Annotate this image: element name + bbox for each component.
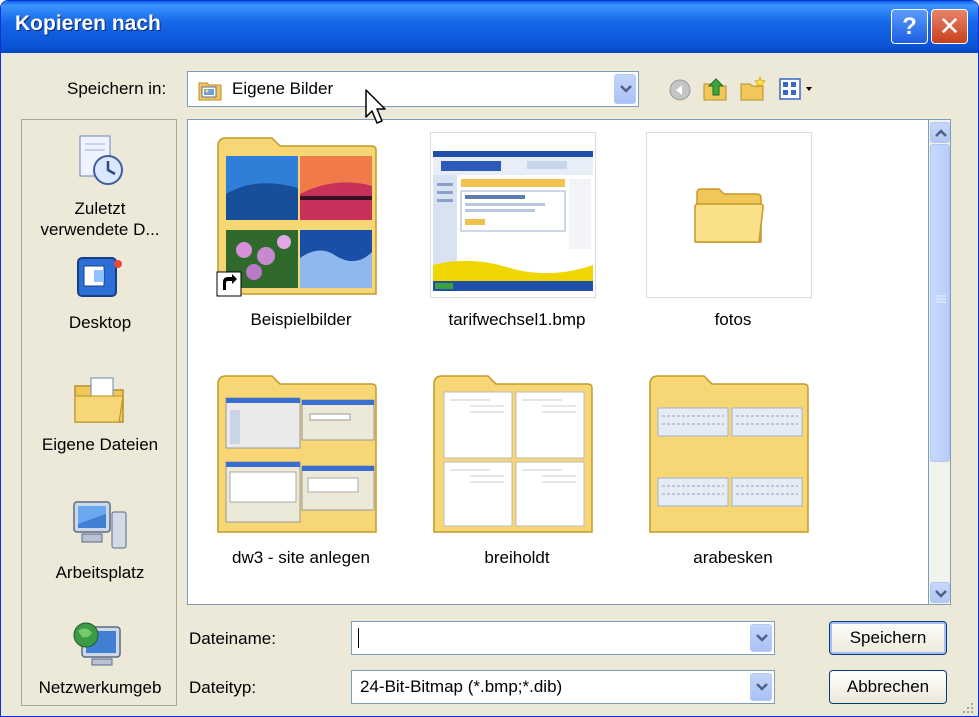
place-desktop[interactable]: Desktop [22,250,178,342]
up-folder-icon[interactable] [701,75,729,103]
scroll-down-button[interactable] [930,582,950,603]
file-item-beispielbilder[interactable]: Beispielbilder [206,128,416,338]
folder-thumbnail [216,137,377,297]
file-list-scrollbar[interactable] [929,119,951,605]
filetype-value: 24-Bit-Bitmap (*.bmp;*.dib) [360,677,563,696]
desktop-icon [77,257,122,297]
file-item-arabesken[interactable]: arabesken [638,368,848,578]
cancel-button[interactable]: Abbrechen [829,670,947,704]
filetype-dropdown-button[interactable] [750,673,772,701]
file-item-tarifwechsel[interactable]: tarifwechsel1.bmp [422,128,632,338]
new-folder-icon[interactable] [739,76,767,102]
place-recent[interactable]: Zuletzt verwendete D... [22,128,178,246]
file-list[interactable]: Beispielbilder tarifwechsel1.bmp fotos d… [187,119,929,605]
place-network-label: Netzwerkumgeb [38,678,162,697]
chevron-down-icon [756,683,768,691]
file-item-dw3[interactable]: dw3 - site anlegen [206,368,416,578]
place-desktop-label: Desktop [68,313,132,332]
mouse-cursor-icon [365,89,386,124]
place-my-computer-label: Arbeitsplatz [55,563,145,582]
back-icon[interactable] [669,79,691,101]
window-title: Kopieren nach [15,12,161,35]
save-button[interactable]: Speichern [829,621,947,655]
folder-thumbnail [217,375,377,533]
my-computer-icon [73,501,127,549]
folder-thumbnail [433,375,593,533]
title-bar[interactable]: Kopieren nach ? ✕ [1,1,978,53]
file-item-fotos[interactable]: fotos [638,128,848,338]
grip-icon [936,295,946,303]
image-thumbnail [430,132,596,298]
filename-input[interactable] [351,621,775,655]
place-my-documents-label: Eigene Dateien [41,435,159,454]
save-in-label: Speichern in: [67,79,167,98]
chevron-down-icon [756,634,768,642]
save-in-combo[interactable]: Eigene Bilder [187,71,639,107]
help-button[interactable]: ? [891,9,928,44]
file-name: breiholdt [484,548,550,567]
text-caret [358,628,359,648]
place-my-computer[interactable]: Arbeitsplatz [22,498,178,594]
recent-documents-icon [79,135,123,185]
place-my-documents[interactable]: Eigene Dateien [22,370,178,465]
scroll-up-button[interactable] [930,122,950,143]
folder-thumbnail [646,132,812,298]
save-in-dropdown-button[interactable] [614,74,636,104]
my-pictures-folder-icon [198,82,222,101]
scroll-thumb[interactable] [930,144,950,462]
filetype-label: Dateityp: [189,678,257,697]
resize-grip-icon[interactable] [959,699,975,715]
file-name: arabesken [693,548,773,567]
filename-label: Dateiname: [189,629,276,648]
file-name: tarifwechsel1.bmp [448,310,586,329]
network-icon [73,622,121,666]
file-name: Beispielbilder [250,310,352,329]
filetype-select[interactable]: 24-Bit-Bitmap (*.bmp;*.dib) [351,670,775,704]
chevron-down-icon [620,85,632,93]
save-in-value: Eigene Bilder [232,79,334,98]
view-menu-icon[interactable] [779,78,821,100]
folder-icon [694,188,764,243]
chevron-up-icon [935,129,947,137]
folder-thumbnail [649,375,809,533]
file-name: fotos [714,310,752,329]
filename-dropdown-button[interactable] [750,624,772,652]
file-item-breiholdt[interactable]: breiholdt [422,368,632,578]
my-documents-icon [74,377,124,423]
place-recent-label: Zuletzt verwendete D... [40,199,160,239]
places-bar: Zuletzt verwendete D... Desktop Eigene D… [21,119,177,706]
file-name: dw3 - site anlegen [232,548,370,567]
place-network[interactable]: Netzwerkumgeb [22,615,178,705]
save-dialog: Kopieren nach ? ✕ Speichern in: Eigene B… [0,0,979,717]
close-button[interactable]: ✕ [931,9,968,44]
chevron-down-icon [935,590,947,598]
